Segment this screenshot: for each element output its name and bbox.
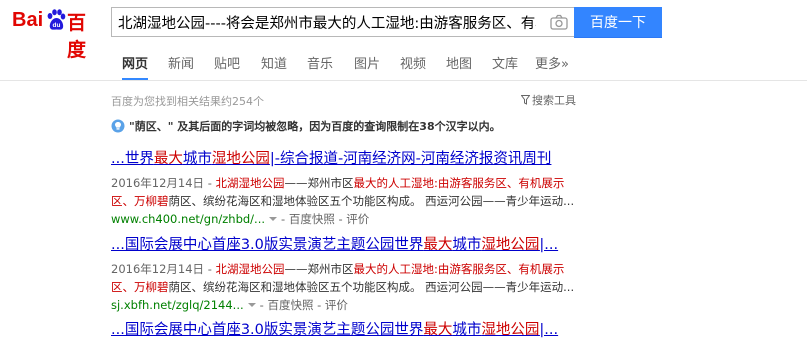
tab-images[interactable]: 图片: [354, 53, 380, 79]
tab-news[interactable]: 新闻: [168, 53, 194, 79]
result-title-link[interactable]: ...国际会展中心首座3.0版实景演艺主题公园世界最大城市湿地公园|...: [111, 233, 581, 254]
query-notice: "荫区、" 及其后面的字词均被忽略，因为百度的查询限制在38个汉字以内。: [111, 118, 501, 134]
tab-wenku[interactable]: 文库: [492, 53, 518, 79]
svg-text:du: du: [53, 22, 61, 29]
dropdown-arrow-icon[interactable]: [247, 303, 256, 307]
nav-tabs: 网页 新闻 贴吧 知道 音乐 图片 视频 地图 文库 更多»: [0, 44, 807, 81]
baidu-paw-icon: du: [47, 9, 66, 30]
search-button[interactable]: 百度一下: [574, 7, 662, 38]
result-url[interactable]: sj.xbfh.net/zglq/2144...: [111, 298, 244, 312]
header: Bai du 百度 百度一下: [0, 0, 807, 61]
result-abstract: 2016年12月14日 - 北湖湿地公园——郑州市区最大的人工湿地:由游客服务区…: [111, 262, 575, 294]
snapshot-link[interactable]: 百度快照: [267, 298, 313, 312]
result-url[interactable]: www.ch400.net/gn/zhbd/...: [111, 212, 265, 226]
evaluate-link[interactable]: 评价: [325, 298, 348, 312]
evaluate-link[interactable]: 评价: [346, 212, 369, 226]
result-abstract: 2016年12月14日 - 北湖湿地公园——郑州市区最大的人工湿地:由游客服务区…: [111, 176, 575, 208]
tab-video[interactable]: 视频: [400, 53, 426, 79]
tab-more[interactable]: 更多»: [535, 53, 569, 79]
search-result: ...国际会展中心首座3.0版实景演艺主题公园世界最大城市湿地公园|...: [111, 318, 558, 339]
result-url-line: sj.xbfh.net/zglq/2144... - 百度快照 - 评价: [111, 298, 348, 312]
search-tools-label: 搜索工具: [532, 94, 576, 107]
lightbulb-icon: [111, 119, 125, 133]
snapshot-link[interactable]: 百度快照: [289, 212, 335, 226]
search-box: [111, 7, 574, 37]
search-result: ...国际会展中心首座3.0版实景演艺主题公园世界最大城市湿地公园|... 20…: [111, 233, 581, 313]
camera-icon[interactable]: [550, 14, 568, 30]
result-count: 百度为您找到相关结果约254个: [111, 95, 264, 108]
tab-tieba[interactable]: 贴吧: [214, 53, 240, 79]
logo-text-en: Bai: [12, 9, 44, 31]
result-url-line: www.ch400.net/gn/zhbd/... - 百度快照 - 评价: [111, 212, 370, 226]
funnel-icon: [521, 95, 530, 105]
notice-text: "荫区、" 及其后面的字词均被忽略，因为百度的查询限制在38个汉字以内。: [129, 120, 501, 133]
search-tools[interactable]: 搜索工具: [521, 92, 576, 108]
tab-zhidao[interactable]: 知道: [261, 53, 287, 79]
result-title-link[interactable]: ...国际会展中心首座3.0版实景演艺主题公园世界最大城市湿地公园|...: [111, 318, 558, 339]
tab-web[interactable]: 网页: [122, 53, 149, 80]
tab-music[interactable]: 音乐: [307, 53, 333, 79]
baidu-logo[interactable]: Bai du 百度: [12, 6, 104, 61]
search-input[interactable]: [112, 8, 542, 36]
result-title-link[interactable]: ...世界最大城市湿地公园|-综合报道-河南经济网-河南经济报资讯周刊: [111, 147, 581, 168]
search-result: ...世界最大城市湿地公园|-综合报道-河南经济网-河南经济报资讯周刊 2016…: [111, 147, 581, 227]
dropdown-arrow-icon[interactable]: [269, 217, 278, 221]
tab-map[interactable]: 地图: [446, 53, 472, 79]
